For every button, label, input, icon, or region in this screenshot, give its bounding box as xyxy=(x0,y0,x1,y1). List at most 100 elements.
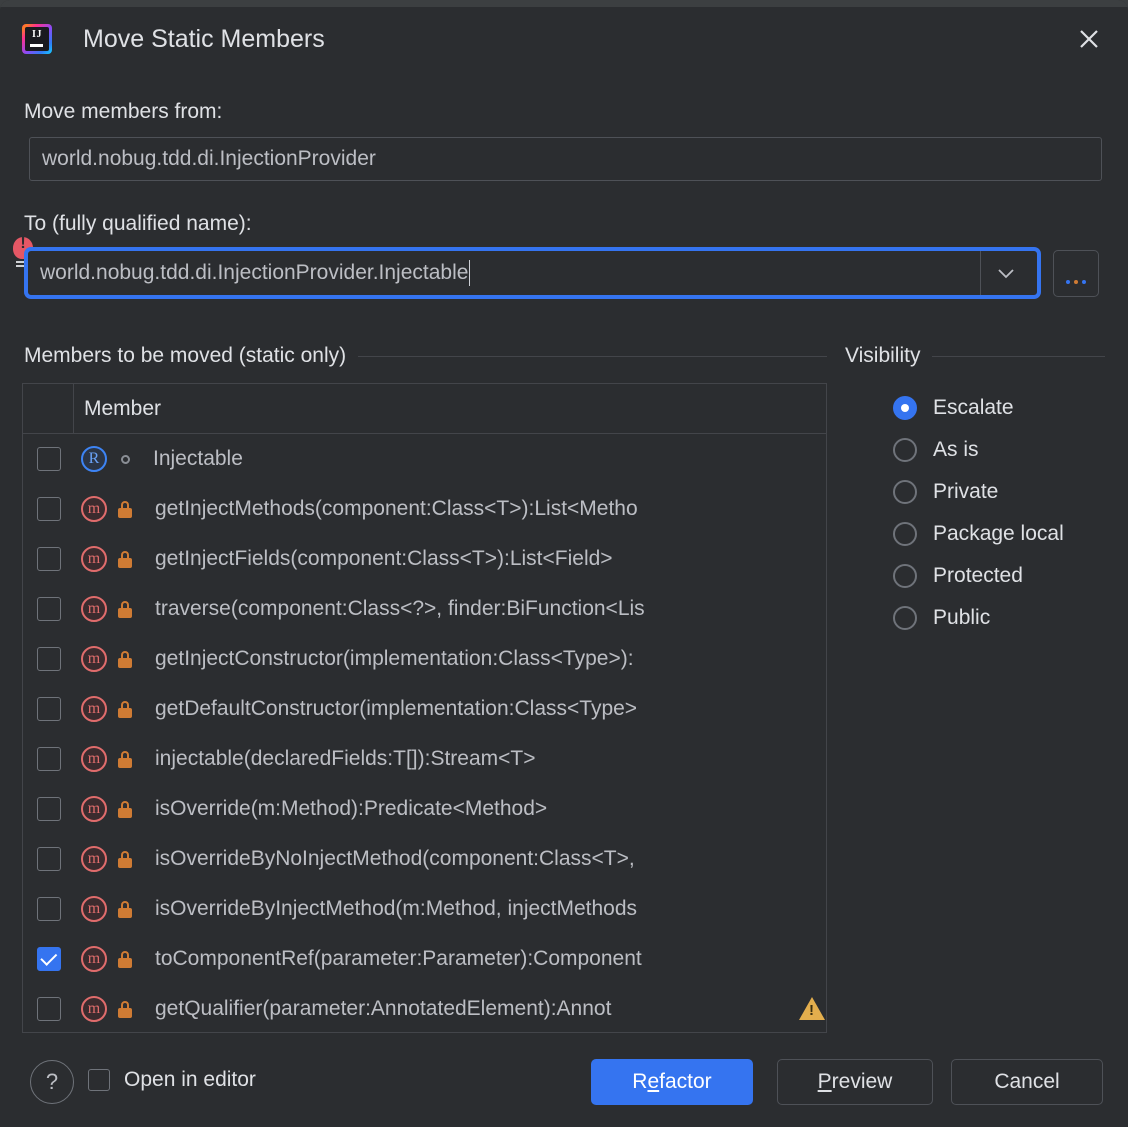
browse-class-button[interactable] xyxy=(1053,250,1099,297)
member-checkbox[interactable] xyxy=(37,597,61,621)
table-row[interactable]: minjectable(declaredFields:T[]):Stream<T… xyxy=(23,734,826,784)
member-checkbox[interactable] xyxy=(37,447,61,471)
private-lock-icon xyxy=(118,601,132,618)
visibility-option-label: Protected xyxy=(933,564,1023,588)
member-signature: isOverrideByNoInjectMethod(component:Cla… xyxy=(155,847,635,871)
member-checkbox[interactable] xyxy=(37,997,61,1021)
section-divider xyxy=(358,356,827,357)
private-lock-icon xyxy=(118,851,132,868)
table-row[interactable]: misOverride(m:Method):Predicate<Method> xyxy=(23,784,826,834)
refactor-button[interactable]: Refactor xyxy=(591,1059,753,1105)
visibility-option-label: Public xyxy=(933,606,990,630)
table-row[interactable]: m getInjectMethods(component:Class<T>):Li… xyxy=(23,484,826,534)
private-lock-icon xyxy=(118,901,132,918)
cancel-button-label: Cancel xyxy=(994,1070,1059,1094)
target-class-combobox[interactable]: world.nobug.tdd.di.InjectionProvider.Inj… xyxy=(26,249,1039,297)
member-checkbox[interactable] xyxy=(37,647,61,671)
radio-button[interactable] xyxy=(893,480,917,504)
visibility-option-package-local[interactable]: Package local xyxy=(893,522,1064,546)
members-table-body: R Injectable m getInjectMethods(component:C… xyxy=(23,434,826,1033)
table-row[interactable]: m getInjectFields(component:Class<T>):Lis… xyxy=(23,534,826,584)
method-icon: m xyxy=(81,496,107,522)
member-signature: traverse(component:Class<?>, finder:BiFu… xyxy=(155,597,645,621)
open-in-editor-checkbox[interactable]: Open in editor xyxy=(88,1068,256,1092)
abstract-dot-icon xyxy=(121,455,130,464)
table-row[interactable]: m isOverrideByNoInjectMethod(component:Cl… xyxy=(23,834,826,884)
source-label: Move members from: xyxy=(24,100,222,124)
private-lock-icon xyxy=(118,951,132,968)
radio-dot-icon xyxy=(901,404,909,412)
text-caret xyxy=(469,260,470,286)
preview-button-label: Preview xyxy=(818,1070,893,1094)
visibility-section-title: Visibility xyxy=(845,344,920,368)
private-lock-icon xyxy=(118,651,132,668)
method-icon: m xyxy=(81,896,107,922)
member-signature: isOverride(m:Method):Predicate<Method> xyxy=(155,797,547,821)
member-checkbox[interactable] xyxy=(37,947,61,971)
members-table[interactable]: Member R Injectable m getInjectMethods(comp… xyxy=(22,383,827,1033)
member-checkbox[interactable] xyxy=(37,697,61,721)
table-row[interactable]: m getInjectConstructor(implementation:Cla… xyxy=(23,634,826,684)
member-signature: injectable(declaredFields:T[]):Stream<T> xyxy=(155,747,536,771)
table-row[interactable]: misOverrideByInjectMethod(m:Method, inje… xyxy=(23,884,826,934)
private-lock-icon xyxy=(118,501,132,518)
private-lock-icon xyxy=(118,1001,132,1018)
member-checkbox[interactable] xyxy=(37,547,61,571)
open-in-editor-label: Open in editor xyxy=(124,1068,256,1092)
table-row[interactable]: m traverse(component:Class<?>, finder:BiF… xyxy=(23,584,826,634)
table-row[interactable]: R Injectable xyxy=(23,434,826,484)
private-lock-icon xyxy=(118,701,132,718)
cancel-button[interactable]: Cancel xyxy=(951,1059,1103,1105)
record-icon: R xyxy=(81,446,107,472)
method-icon: m xyxy=(81,596,107,622)
member-checkbox[interactable] xyxy=(37,897,61,921)
member-checkbox[interactable] xyxy=(37,797,61,821)
private-lock-icon xyxy=(118,551,132,568)
method-icon: m xyxy=(81,846,107,872)
member-signature: getInjectConstructor(implementation:Clas… xyxy=(155,647,634,671)
source-class-value: world.nobug.tdd.di.InjectionProvider xyxy=(42,147,376,171)
member-checkbox[interactable] xyxy=(37,847,61,871)
radio-button[interactable] xyxy=(893,606,917,630)
member-signature: getDefaultConstructor(implementation:Cla… xyxy=(155,697,637,721)
table-row[interactable]: mgetQualifier(parameter:AnnotatedElement… xyxy=(23,984,826,1033)
open-in-editor-box xyxy=(88,1069,110,1091)
visibility-option-public[interactable]: Public xyxy=(893,606,990,630)
method-icon: m xyxy=(81,646,107,672)
visibility-section-header: Visibility xyxy=(845,344,1105,368)
chevron-down-icon[interactable] xyxy=(980,251,1025,295)
private-lock-icon xyxy=(118,751,132,768)
help-button[interactable]: ? xyxy=(30,1060,74,1104)
target-label: To (fully qualified name): xyxy=(24,212,252,236)
visibility-option-escalate[interactable]: Escalate xyxy=(893,396,1014,420)
visibility-option-label: Package local xyxy=(933,522,1064,546)
visibility-option-as-is[interactable]: As is xyxy=(893,438,979,462)
member-checkbox[interactable] xyxy=(37,747,61,771)
section-divider xyxy=(932,356,1105,357)
radio-button[interactable] xyxy=(893,522,917,546)
visibility-option-protected[interactable]: Protected xyxy=(893,564,1023,588)
visibility-option-label: Escalate xyxy=(933,396,1014,420)
radio-button[interactable] xyxy=(893,396,917,420)
table-row[interactable]: m getDefaultConstructor(implementation:Cl… xyxy=(23,684,826,734)
radio-button[interactable] xyxy=(893,438,917,462)
member-signature: getInjectMethods(component:Class<T>):Lis… xyxy=(155,497,638,521)
check-icon xyxy=(40,948,57,965)
member-signature: Injectable xyxy=(153,447,243,471)
member-signature: toComponentRef(parameter:Parameter):Comp… xyxy=(155,947,642,971)
method-icon: m xyxy=(81,696,107,722)
table-row[interactable]: mtoComponentRef(parameter:Parameter):Com… xyxy=(23,934,826,984)
source-class-field[interactable]: world.nobug.tdd.di.InjectionProvider xyxy=(29,137,1102,181)
header-member-column: Member xyxy=(74,397,826,421)
close-icon[interactable] xyxy=(1068,18,1110,60)
members-table-header: Member xyxy=(23,384,826,434)
member-signature: getQualifier(parameter:AnnotatedElement)… xyxy=(155,997,611,1021)
member-signature: getInjectFields(component:Class<T>):List… xyxy=(155,547,613,571)
target-class-value: world.nobug.tdd.di.InjectionProvider.Inj… xyxy=(40,261,468,285)
method-icon: m xyxy=(81,546,107,572)
preview-button[interactable]: Preview xyxy=(777,1059,933,1105)
radio-button[interactable] xyxy=(893,564,917,588)
warning-icon xyxy=(799,997,825,1020)
visibility-option-private[interactable]: Private xyxy=(893,480,998,504)
member-checkbox[interactable] xyxy=(37,497,61,521)
